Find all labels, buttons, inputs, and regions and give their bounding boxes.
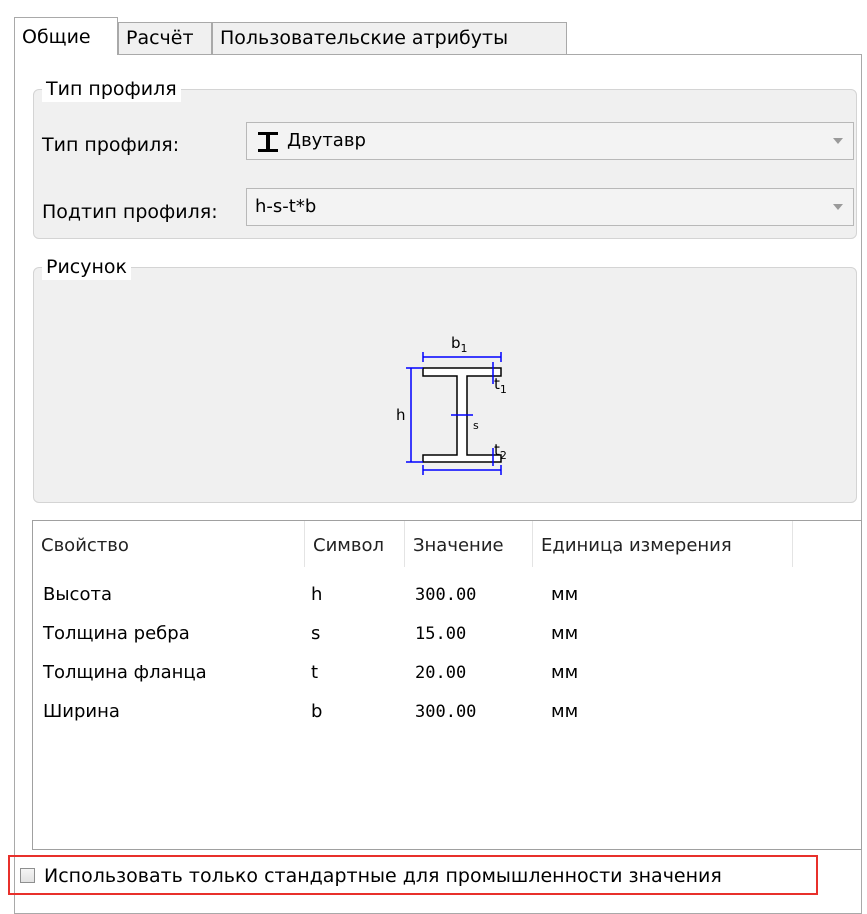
label-s: s <box>473 419 479 432</box>
column-header-symbol[interactable]: Символ <box>305 521 405 567</box>
label-b1: b1 <box>451 334 468 355</box>
cell-property: Высота <box>43 584 112 605</box>
profile-type-dropdown[interactable]: Двутавр <box>246 122 854 160</box>
tab-user-attributes[interactable]: Пользовательские атрибуты <box>212 22 567 54</box>
cell-value: 20.00 <box>415 663 467 683</box>
label-b2: b2 <box>451 477 468 478</box>
drawing-group: Рисунок b1 t1 h s t2 <box>33 254 857 503</box>
standard-values-label[interactable]: Использовать только стандартные для пром… <box>44 863 722 889</box>
profile-type-group-title: Тип профиля <box>42 76 181 102</box>
cell-value: 15.00 <box>415 624 467 644</box>
cell-symbol: s <box>311 623 321 644</box>
standard-values-option: Использовать только стандартные для пром… <box>8 855 818 895</box>
cell-unit: мм <box>551 584 579 605</box>
i-beam-diagram: b1 t1 h s t2 b2 <box>396 334 507 478</box>
i-beam-icon <box>258 132 278 152</box>
cell-symbol: h <box>311 584 323 605</box>
cell-property: Ширина <box>43 701 120 722</box>
profile-type-label: Тип профиля: <box>42 134 180 156</box>
cell-symbol: t <box>311 662 319 683</box>
chevron-down-icon[interactable] <box>833 138 843 144</box>
profile-type-group: Тип профиля Тип профиля: Двутавр Подтип … <box>33 76 857 239</box>
label-t2: t2 <box>494 441 507 462</box>
profile-subtype-value: h-s-t*b <box>255 196 317 217</box>
drawing-group-title: Рисунок <box>42 254 132 280</box>
cell-symbol: b <box>311 701 323 722</box>
chevron-down-icon[interactable] <box>833 204 843 210</box>
cell-property: Толщина фланца <box>43 662 207 683</box>
profile-subtype-label: Подтип профиля: <box>42 201 218 223</box>
label-h: h <box>396 406 406 424</box>
profile-subtype-dropdown[interactable]: h-s-t*b <box>246 188 854 226</box>
cell-value: 300.00 <box>415 585 477 605</box>
column-header-property[interactable]: Свойство <box>33 521 305 567</box>
tab-general[interactable]: Общие <box>14 17 118 55</box>
column-header-unit[interactable]: Единица измерения <box>533 521 793 567</box>
cell-property: Толщина ребра <box>43 623 190 644</box>
cell-unit: мм <box>551 662 579 683</box>
cell-value: 300.00 <box>415 702 477 722</box>
cell-unit: мм <box>551 623 579 644</box>
cell-unit: мм <box>551 701 579 722</box>
label-t1: t1 <box>494 375 507 396</box>
profile-type-value: Двутавр <box>287 130 366 151</box>
tab-calculation[interactable]: Расчёт <box>118 22 212 54</box>
properties-table[interactable]: Свойство Символ Значение Единица измерен… <box>32 520 862 850</box>
standard-values-checkbox[interactable] <box>20 868 35 883</box>
column-header-value[interactable]: Значение <box>405 521 533 567</box>
